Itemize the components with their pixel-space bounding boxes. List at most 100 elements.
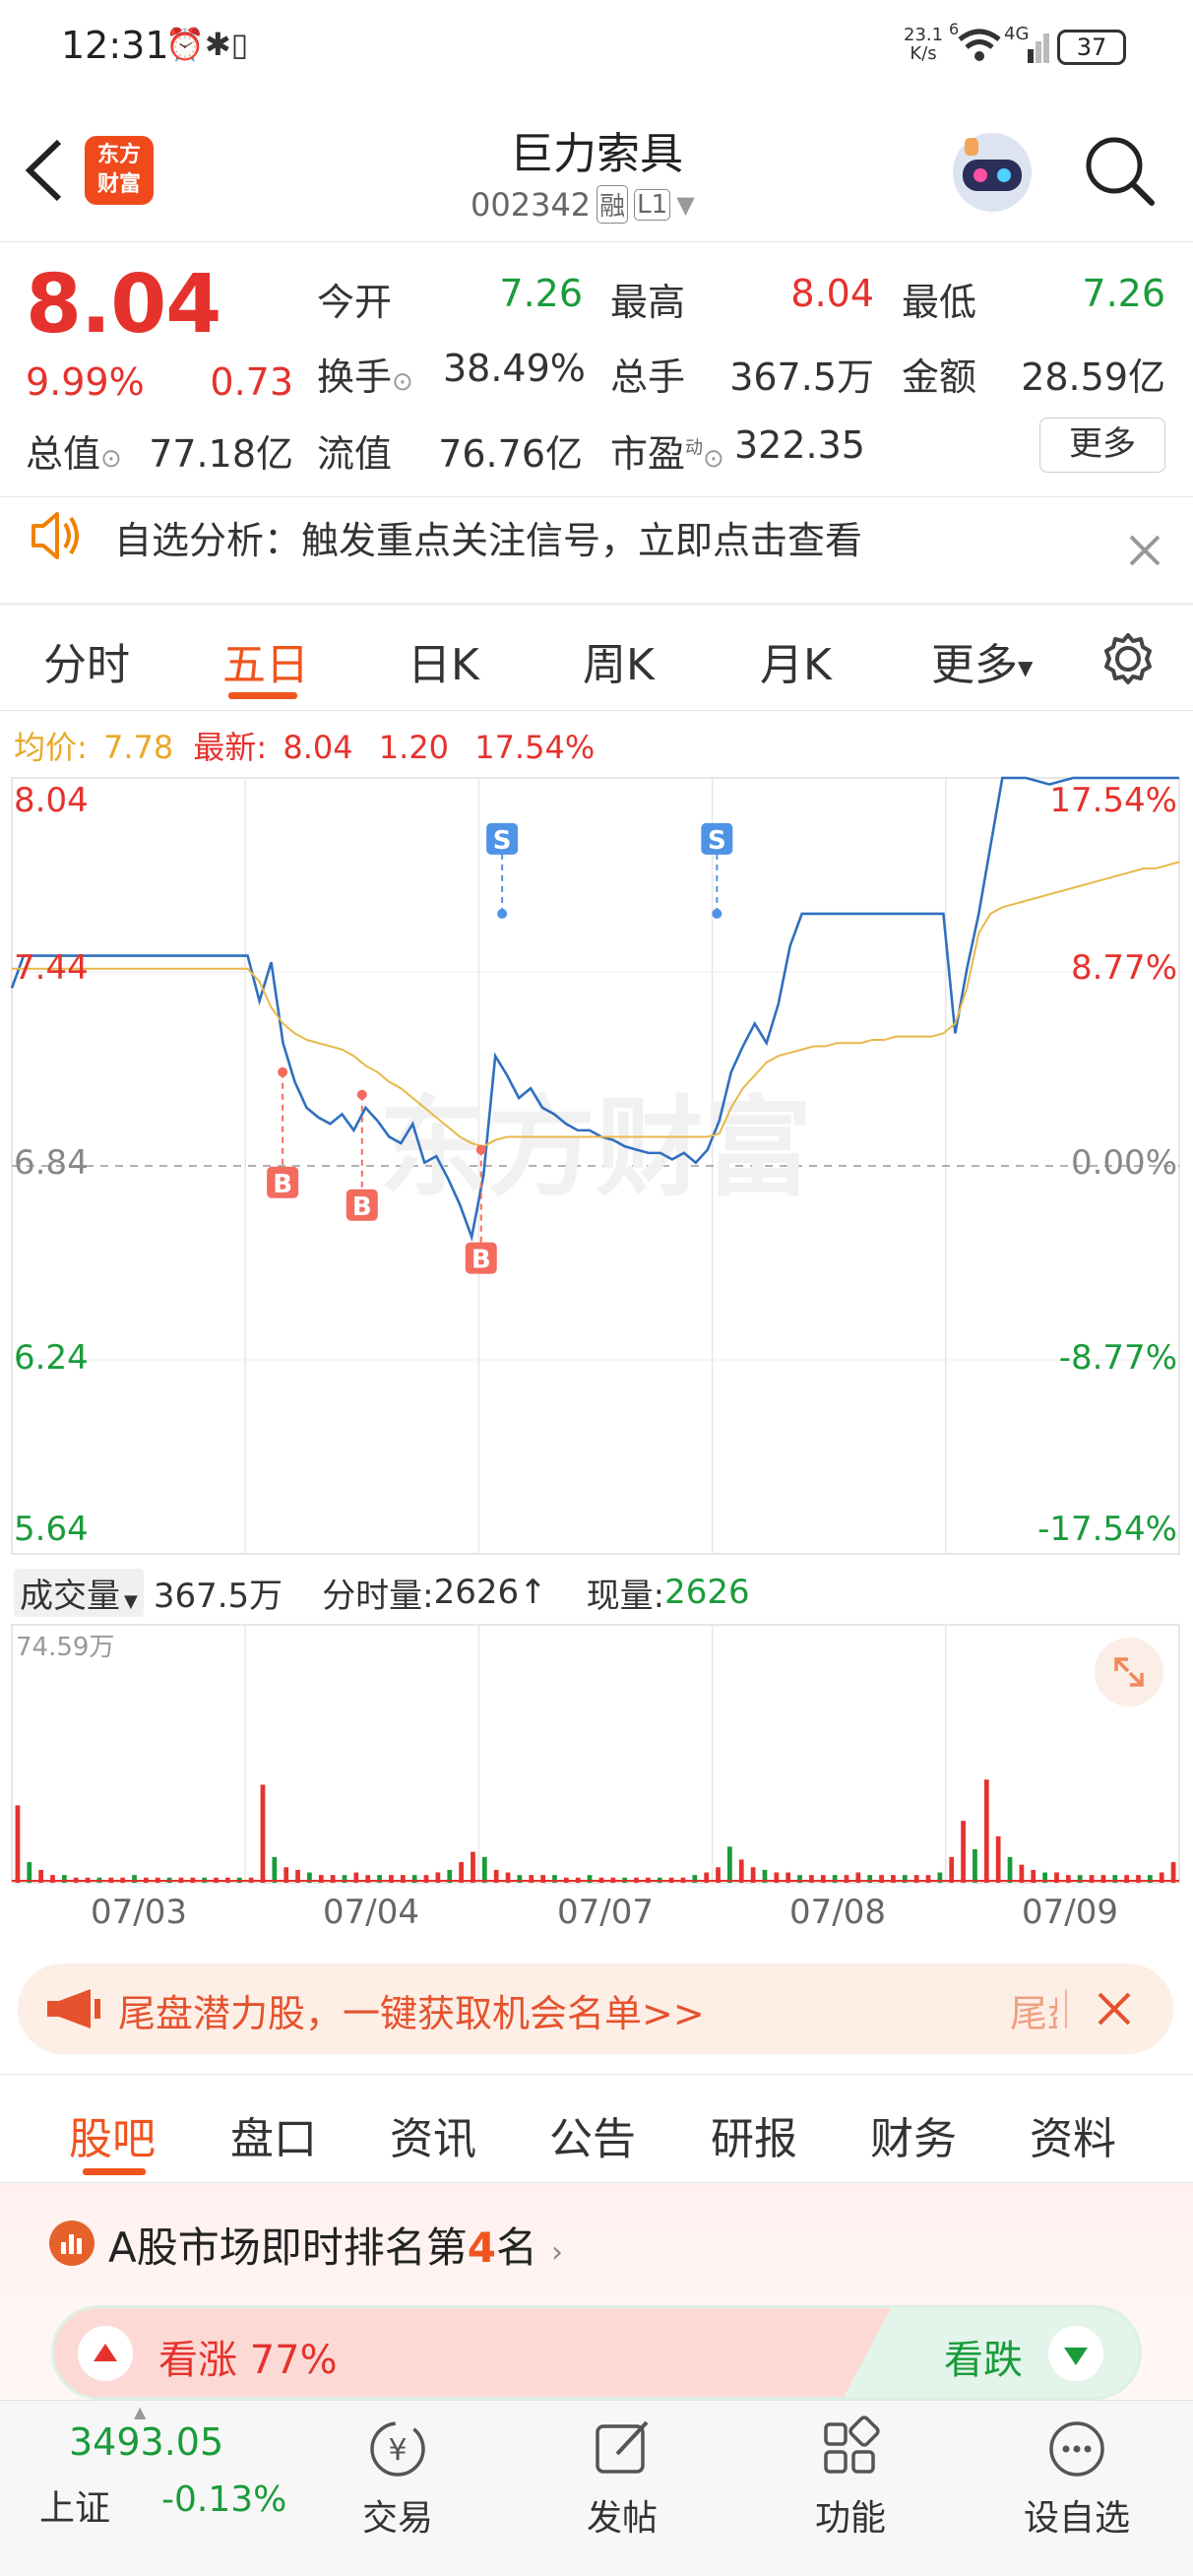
caret-down-icon: ▼: [124, 1590, 138, 1612]
edit-icon: [596, 2420, 649, 2474]
close-icon[interactable]: [1128, 534, 1162, 567]
watermark: 东方财富: [379, 1085, 812, 1211]
change-percent: 9.99%: [26, 360, 145, 404]
nav-post[interactable]: 发帖: [563, 2415, 681, 2541]
y-axis-right-tick: 8.77%: [1071, 948, 1177, 988]
info-tabs: 股吧 盘口 资讯 公告 研报 财务 资料: [0, 2074, 1193, 2182]
y-axis-right-tick: 17.54%: [1049, 781, 1177, 820]
volume-bar: [27, 1862, 32, 1883]
net-speed: 23.1 K/s: [904, 25, 944, 64]
volume-header: 成交量 ▼ 367.5万 分时量: 2626 ↑ 现量: 2626: [14, 1568, 750, 1617]
sentiment-bar[interactable]: 看涨 77% 看跌: [51, 2305, 1142, 2400]
y-axis-left-tick: 5.64: [14, 1510, 89, 1549]
stock-code-row[interactable]: 002342 融 L1 ▼: [471, 185, 695, 224]
y-axis-left-tick: 6.24: [14, 1338, 89, 1378]
signal-label: S: [708, 826, 726, 856]
volume-bar: [1007, 1856, 1013, 1883]
nav-trade[interactable]: ¥ 交易: [339, 2415, 457, 2541]
current-volume-label: 现量:: [586, 1576, 665, 1616]
open-value: 7.26: [499, 272, 583, 315]
date-label: 07/08: [789, 1893, 886, 1932]
more-dots-icon: [1049, 2421, 1104, 2477]
search-icon[interactable]: [1083, 134, 1158, 209]
turnover-value: 38.49%: [443, 347, 586, 390]
volume-bar: [949, 1856, 955, 1883]
index-name[interactable]: 上证: [39, 2479, 110, 2531]
ranking-section: A股市场即时排名第4名 › 看涨 77% 看跌: [0, 2183, 1193, 2400]
nav-add-watchlist[interactable]: 设自选: [1008, 2415, 1146, 2541]
volume-bar: [738, 1859, 744, 1883]
tab-five-day[interactable]: 五日: [222, 629, 309, 692]
y-axis-left-tick: 7.44: [14, 948, 89, 988]
signal-point: [497, 908, 508, 919]
low-value: 7.26: [1082, 272, 1165, 315]
expand-button[interactable]: [1095, 1638, 1163, 1707]
signal-point: [712, 908, 722, 919]
change-amount: 0.73: [210, 360, 293, 404]
robot-assistant-icon[interactable]: [947, 130, 1037, 215]
index-value[interactable]: 3493.05: [69, 2420, 223, 2464]
five-day-price-chart[interactable]: 东方财富 8.04 7.44 6.84 6.24 5.64 17.54% 8.77% 0.00%…: [0, 772, 1193, 1560]
tab-daily-k[interactable]: 日K: [408, 629, 479, 692]
active-tab-indicator: [228, 692, 297, 699]
battery-icon: 37: [1057, 30, 1126, 65]
avg-value: 7.78: [102, 729, 174, 766]
pe-value: 322.35: [734, 423, 865, 467]
amount-label: 金额: [902, 355, 977, 399]
bull-button[interactable]: [78, 2326, 133, 2381]
margin-badge: 融: [596, 185, 629, 224]
total-volume: 367.5万: [153, 1576, 283, 1616]
tab-intraday[interactable]: 分时: [43, 629, 130, 692]
nav-functions[interactable]: 功能: [791, 2415, 910, 2541]
tab-research[interactable]: 研报: [711, 2103, 797, 2166]
tab-order-book[interactable]: 盘口: [230, 2103, 317, 2166]
change-percent-value: 17.54%: [474, 729, 596, 766]
current-price: 8.04: [26, 258, 221, 352]
tab-news[interactable]: 资讯: [390, 2103, 476, 2166]
wifi-icon: [958, 29, 1001, 61]
latest-value: 8.04: [283, 729, 353, 766]
y-axis-right-tick: -17.54%: [1037, 1510, 1177, 1549]
promo-text: 尾盘潜力股，一键获取机会名单>>: [118, 1992, 705, 2035]
y-axis-right-tick: 0.00%: [1071, 1143, 1177, 1183]
latest-label: 最新:: [193, 729, 268, 766]
close-icon[interactable]: [1097, 1991, 1132, 2027]
change-value: 1.20: [378, 729, 450, 766]
bear-label: 看跌: [944, 2338, 1023, 2383]
bull-label: 看涨 77%: [158, 2338, 338, 2383]
low-label: 最低: [902, 281, 977, 324]
status-time: 12:31: [61, 24, 169, 67]
tab-finance[interactable]: 财务: [870, 2103, 957, 2166]
tab-weekly-k[interactable]: 周K: [583, 629, 655, 692]
gear-icon[interactable]: [1100, 631, 1156, 686]
analysis-notice[interactable]: 自选分析：触发重点关注信号，立即点击查看: [0, 498, 1193, 603]
volume-bar: [983, 1779, 989, 1883]
volume-bar: [961, 1821, 966, 1883]
promo-banner[interactable]: 尾盘潜力股，一键获取机会名单>> 尾盘: [18, 1964, 1173, 2054]
turnover-label: 换手⊙: [317, 355, 413, 399]
tab-profile[interactable]: 资料: [1030, 2103, 1116, 2166]
volume-bar: [727, 1846, 732, 1883]
date-label: 07/04: [323, 1893, 419, 1932]
ranking-text[interactable]: A股市场即时排名第4名 ›: [108, 2215, 563, 2275]
bear-button[interactable]: [1048, 2326, 1103, 2381]
volume-chart[interactable]: [0, 1621, 1193, 1887]
caret-up-icon: ▲: [134, 2403, 147, 2421]
more-button[interactable]: 更多: [1039, 418, 1165, 473]
signal-label: B: [273, 1170, 292, 1199]
tab-monthly-k[interactable]: 月K: [760, 629, 832, 692]
speaker-icon: [31, 512, 79, 559]
signal-label: B: [352, 1192, 372, 1222]
tab-forum[interactable]: 股吧: [69, 2103, 156, 2166]
minute-volume-value: 2626: [433, 1573, 520, 1612]
avg-label: 均价:: [14, 729, 88, 766]
chart-legend: 均价: 7.78 最新: 8.04 1.20 17.54%: [14, 723, 595, 768]
tab-announcements[interactable]: 公告: [549, 2103, 636, 2166]
expand-icon: [1114, 1657, 1144, 1687]
megaphone-icon: [47, 1989, 100, 2029]
tab-more[interactable]: 更多▼: [931, 629, 1033, 692]
volume-bar: [15, 1805, 21, 1883]
volume-indicator-select[interactable]: 成交量 ▼: [14, 1568, 144, 1617]
index-change[interactable]: -0.13%: [161, 2479, 286, 2520]
high-value: 8.04: [790, 272, 874, 315]
